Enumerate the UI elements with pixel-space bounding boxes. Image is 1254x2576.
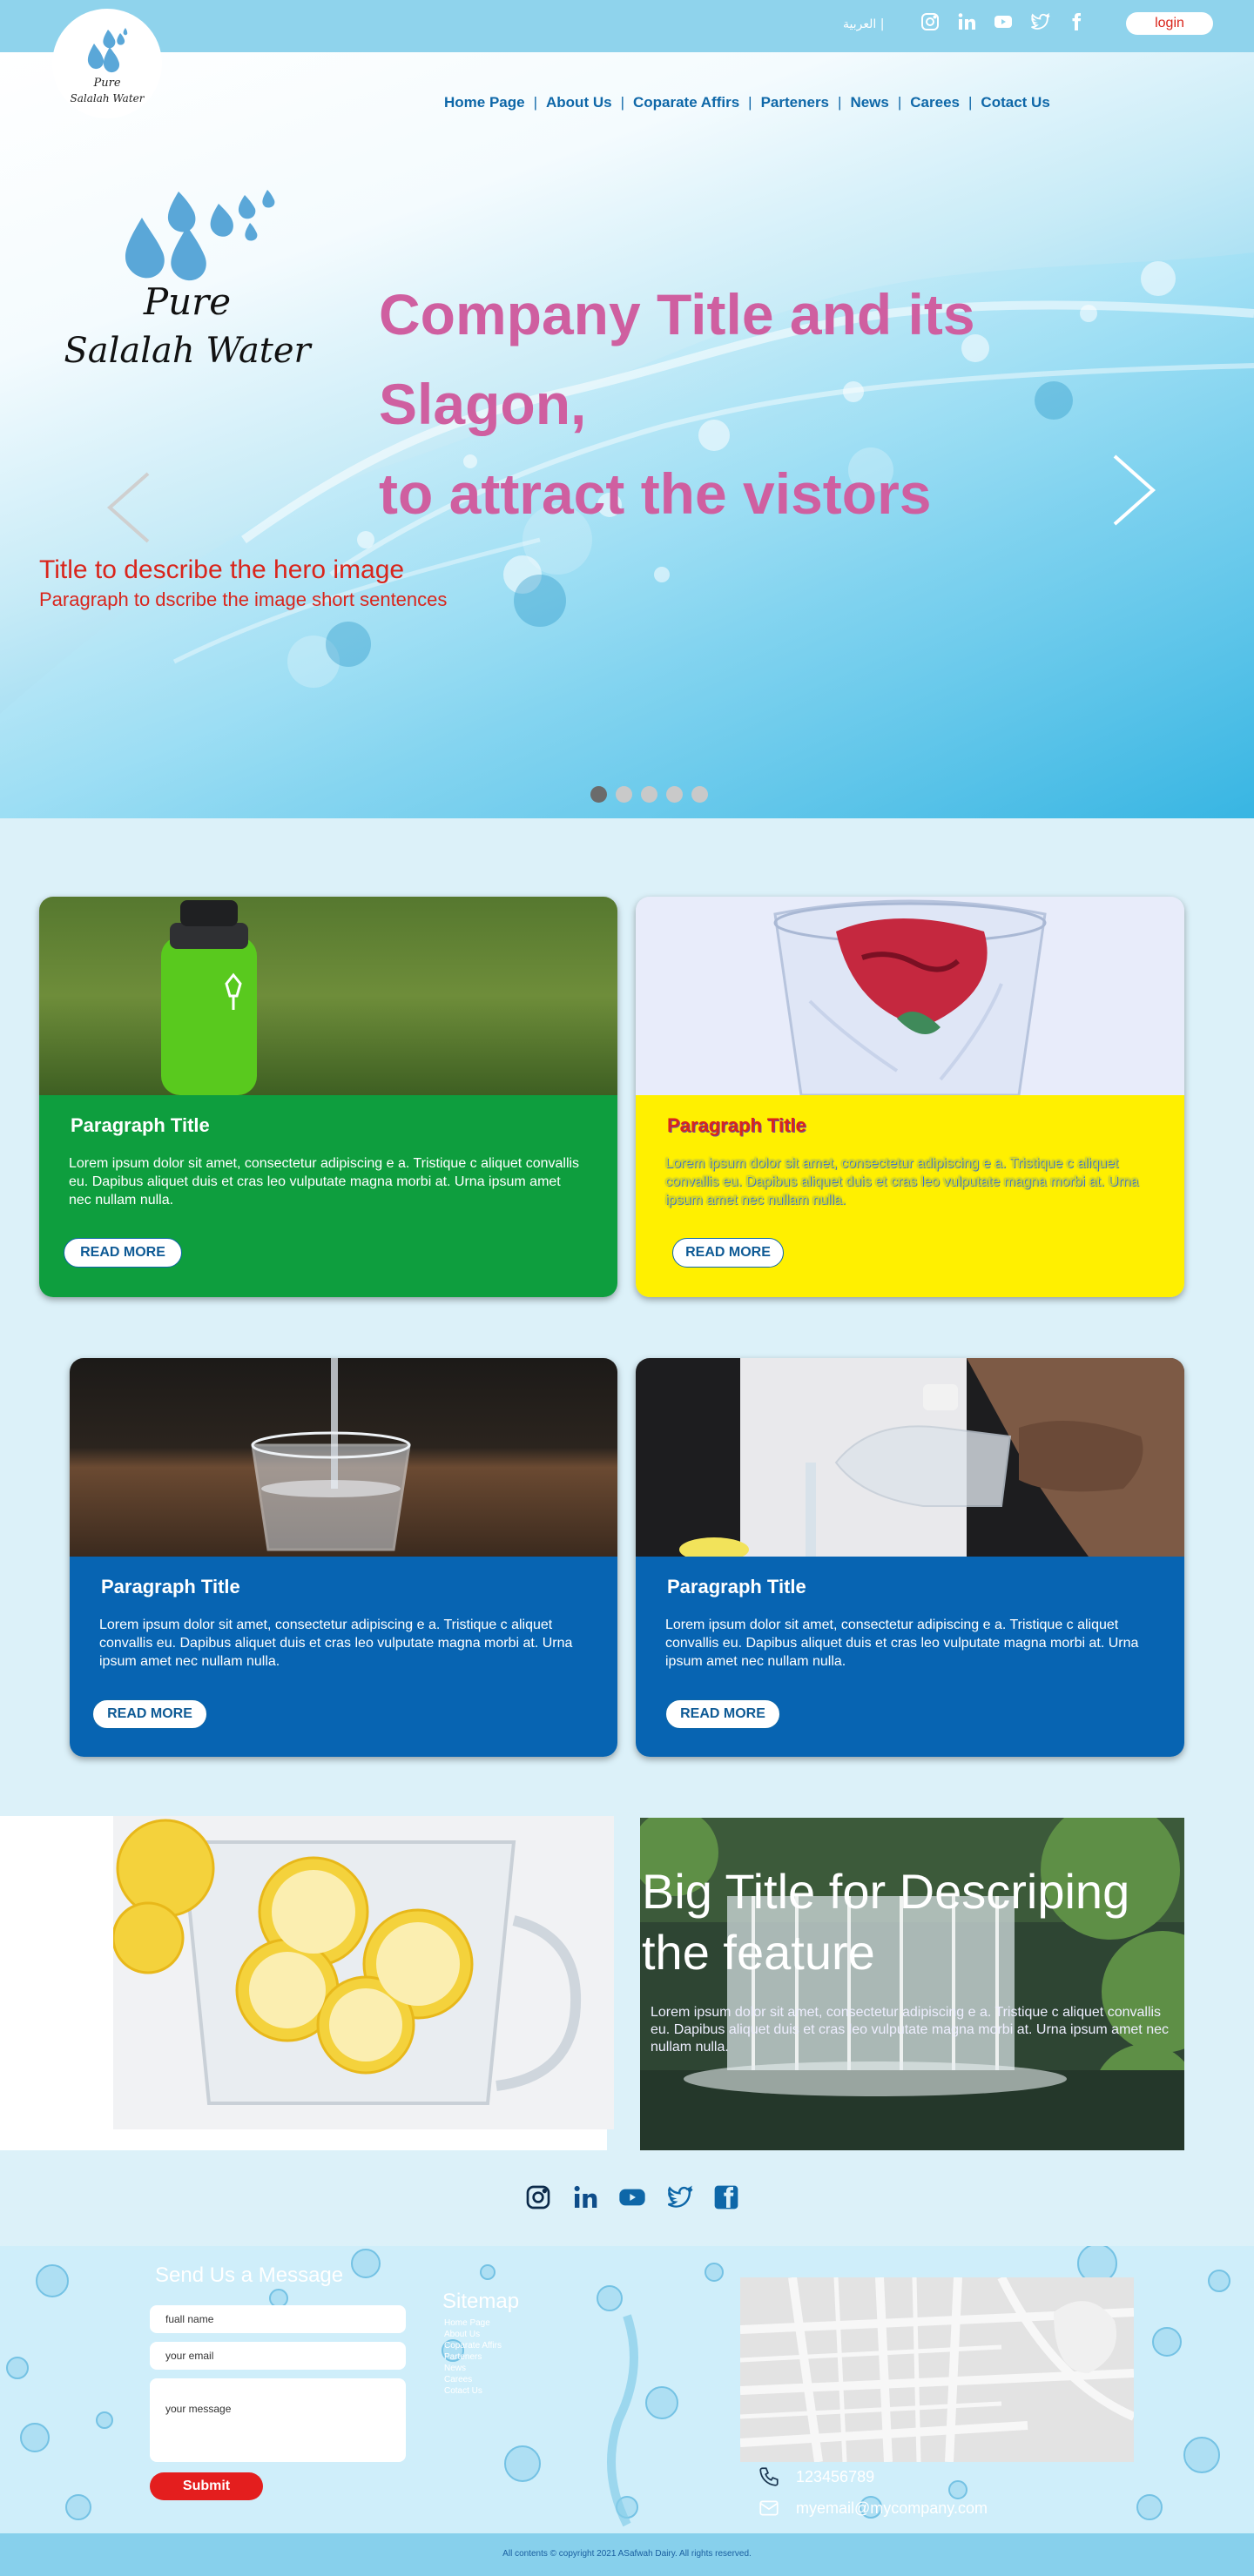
card-4-body: Paragraph Title Lorem ipsum dolor sit am… bbox=[636, 1557, 1184, 1757]
slider-dots bbox=[590, 786, 708, 803]
card-2-read-more-button[interactable]: READ MORE bbox=[672, 1238, 784, 1268]
card-2-title: Paragraph Title bbox=[667, 1114, 806, 1136]
login-button[interactable]: login bbox=[1126, 12, 1213, 35]
bottle-pouring-image bbox=[636, 1358, 1184, 1557]
nav-home[interactable]: Home Page bbox=[444, 94, 525, 111]
slide-dot-2[interactable] bbox=[616, 786, 632, 803]
nav-corporate-affairs[interactable]: Coparate Affirs bbox=[633, 94, 739, 111]
facebook-icon[interactable] bbox=[1065, 10, 1088, 33]
sitemap-list: Home Page About Us Coparate Affirs Parte… bbox=[444, 2317, 502, 2397]
contact-form-title: Send Us a Message bbox=[155, 2263, 344, 2287]
card-3-title: Paragraph Title bbox=[101, 1576, 240, 1597]
full-name-input[interactable] bbox=[150, 2305, 406, 2333]
nav-contact[interactable]: Cotact Us bbox=[981, 94, 1049, 111]
card-1-title: Paragraph Title bbox=[71, 1114, 210, 1136]
top-social-links bbox=[919, 10, 1088, 33]
sitemap-link-corporate-affairs[interactable]: Coparate Affirs bbox=[444, 2340, 502, 2351]
nav-careers[interactable]: Carees bbox=[910, 94, 960, 111]
hero-image-paragraph: Paragraph to dscribe the image short sen… bbox=[39, 589, 448, 610]
sitemap-link-news[interactable]: News bbox=[444, 2363, 502, 2374]
main-nav: Home Page | About Us | Coparate Affirs | Pa… bbox=[444, 94, 1050, 111]
mail-icon bbox=[759, 2500, 779, 2516]
nav-partners[interactable]: Parteners bbox=[761, 94, 829, 111]
top-bar: العربية | login bbox=[0, 0, 1254, 52]
content-card-2: Paragraph Title Lorem ipsum dolor sit am… bbox=[636, 897, 1184, 1297]
contact-phone: 123456789 bbox=[758, 2465, 874, 2488]
footer: Send Us a Message Submit Sitemap Home Pa… bbox=[0, 2246, 1254, 2533]
phone-icon bbox=[759, 2467, 779, 2486]
logo-line2: Salalah Water bbox=[70, 92, 145, 104]
content-card-3: Paragraph Title Lorem ipsum dolor sit am… bbox=[70, 1358, 617, 1757]
content-card-1: Paragraph Title Lorem ipsum dolor sit am… bbox=[39, 897, 617, 1297]
language-switch[interactable]: العربية | bbox=[843, 17, 884, 31]
card-1-body: Paragraph Title Lorem ipsum dolor sit am… bbox=[39, 1095, 617, 1297]
sitemap-link-contact[interactable]: Cotact Us bbox=[444, 2385, 502, 2397]
social-links bbox=[522, 2182, 742, 2213]
card-4-read-more-button[interactable]: READ MORE bbox=[665, 1699, 780, 1729]
water-drops-logo-icon bbox=[125, 190, 275, 281]
card-3-text: Lorem ipsum dolor sit amet, consectetur … bbox=[99, 1618, 573, 1669]
strawberry-glass-image bbox=[636, 897, 1184, 1095]
glass-pouring-image bbox=[70, 1358, 617, 1557]
nav-news[interactable]: News bbox=[850, 94, 888, 111]
card-2-text: Lorem ipsum dolor sit amet, consectetur … bbox=[665, 1156, 1139, 1207]
logo-line1: Pure bbox=[93, 77, 121, 90]
prev-slide-arrow-icon[interactable] bbox=[103, 468, 155, 547]
linkedin-icon[interactable] bbox=[570, 2182, 601, 2213]
nav-about[interactable]: About Us bbox=[546, 94, 612, 111]
feature-text: Lorem ipsum dolor sit amet, consectetur … bbox=[651, 2005, 1169, 2055]
hero-image-title: Title to describe the hero image bbox=[39, 555, 405, 584]
content-card-4: Paragraph Title Lorem ipsum dolor sit am… bbox=[636, 1358, 1184, 1757]
card-4-title: Paragraph Title bbox=[667, 1576, 806, 1597]
phone-number[interactable]: 123456789 bbox=[796, 2468, 874, 2486]
card-3-body: Paragraph Title Lorem ipsum dolor sit am… bbox=[70, 1557, 617, 1757]
slide-dot-3[interactable] bbox=[641, 786, 657, 803]
instagram-icon[interactable] bbox=[522, 2182, 554, 2213]
sitemap-link-about[interactable]: About Us bbox=[444, 2329, 502, 2340]
card-3-read-more-button[interactable]: READ MORE bbox=[92, 1699, 207, 1729]
hero-slider: Home Page | About Us | Coparate Affirs | Pa… bbox=[0, 52, 1254, 818]
email-address[interactable]: myemail@mycompany.com bbox=[796, 2499, 988, 2518]
card-2-body: Paragraph Title Lorem ipsum dolor sit am… bbox=[636, 1095, 1184, 1297]
hero-logo-line1: Pure bbox=[143, 280, 232, 323]
site-logo[interactable]: Pure Salalah Water bbox=[52, 9, 162, 118]
next-slide-arrow-icon[interactable] bbox=[1108, 451, 1160, 529]
sitemap-title: Sitemap bbox=[442, 2290, 520, 2313]
email-input[interactable] bbox=[150, 2342, 406, 2370]
message-textarea[interactable] bbox=[150, 2378, 406, 2462]
twitter-icon[interactable] bbox=[664, 2182, 695, 2213]
facebook-icon[interactable] bbox=[711, 2182, 742, 2213]
sitemap-link-home[interactable]: Home Page bbox=[444, 2317, 502, 2329]
sitemap-link-careers[interactable]: Carees bbox=[444, 2374, 502, 2385]
location-map[interactable] bbox=[740, 2277, 1134, 2462]
lemon-pitcher-image bbox=[113, 1816, 614, 2129]
bottle-on-grass-image bbox=[39, 897, 617, 1095]
slide-dot-1[interactable] bbox=[590, 786, 607, 803]
linkedin-icon[interactable] bbox=[955, 10, 978, 33]
card-1-read-more-button[interactable]: READ MORE bbox=[64, 1238, 182, 1268]
sitemap-link-partners[interactable]: Parteners bbox=[444, 2351, 502, 2363]
copyright-bar: All contents © copyright 2021 ASafwah Da… bbox=[0, 2533, 1254, 2576]
card-1-text: Lorem ipsum dolor sit amet, consectetur … bbox=[69, 1156, 580, 1207]
feature-right-panel: Big Title for Descriping the feature Lor… bbox=[640, 1818, 1184, 2150]
water-drops-logo-icon bbox=[87, 28, 128, 73]
copyright-text: All contents © copyright 2021 ASafwah Da… bbox=[502, 2549, 752, 2559]
hero-logo-line2: Salalah Water bbox=[64, 331, 311, 371]
twitter-icon[interactable] bbox=[1028, 10, 1051, 33]
submit-button[interactable]: Submit bbox=[150, 2472, 263, 2500]
youtube-icon[interactable] bbox=[992, 10, 1015, 33]
contact-email: myemail@mycompany.com bbox=[758, 2497, 988, 2519]
feature-title: Big Title for Descriping the feature bbox=[642, 1864, 1130, 1980]
hero-title: Company Title and its Slagon, to attract… bbox=[379, 282, 975, 526]
youtube-icon[interactable] bbox=[617, 2182, 648, 2213]
slide-dot-4[interactable] bbox=[666, 786, 683, 803]
card-4-text: Lorem ipsum dolor sit amet, consectetur … bbox=[665, 1618, 1139, 1669]
instagram-icon[interactable] bbox=[919, 10, 941, 33]
slide-dot-5[interactable] bbox=[691, 786, 708, 803]
hero-logo: Pure Salalah Water bbox=[48, 183, 327, 374]
